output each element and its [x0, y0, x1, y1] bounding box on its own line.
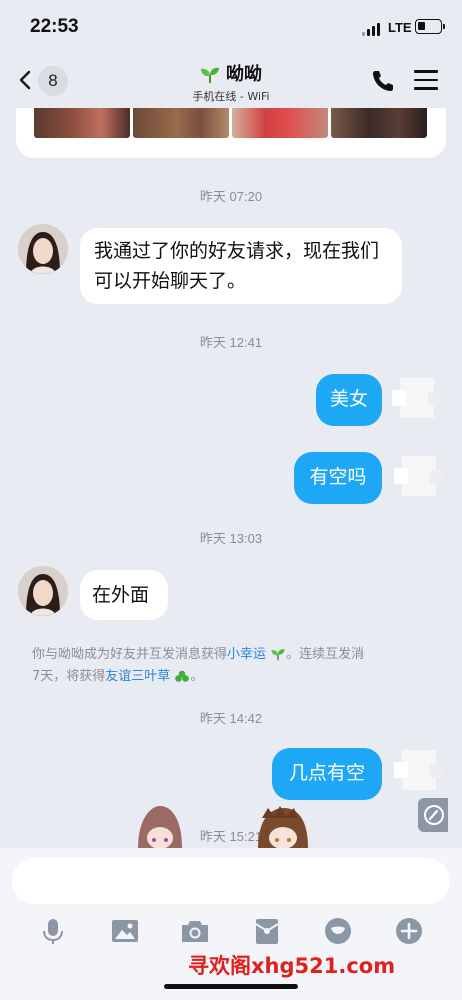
my-avatar[interactable]: [392, 372, 442, 422]
contact-status: 手机在线 - WiFi: [192, 90, 270, 103]
my-avatar[interactable]: [394, 450, 444, 500]
contact-avatar[interactable]: [18, 566, 68, 616]
timestamp: 昨天 07:20: [199, 189, 263, 204]
outgoing-message[interactable]: 美女: [316, 374, 382, 426]
clover-link[interactable]: 友谊三叶草: [105, 669, 170, 684]
red-packet-icon[interactable]: [252, 916, 282, 946]
home-indicator[interactable]: [164, 984, 298, 989]
clover-icon: [175, 670, 190, 682]
avatar-image: [18, 224, 68, 274]
status-time: 22:53: [30, 16, 79, 37]
profile-photo[interactable]: [133, 108, 229, 138]
notice-text: 。连续互发消: [286, 647, 365, 662]
peeking-characters-sticker: [138, 806, 308, 848]
unread-count-badge: 8: [38, 66, 68, 96]
camera-icon[interactable]: [180, 916, 210, 946]
network-label: LTE: [388, 20, 412, 35]
incoming-message[interactable]: 在外面: [80, 570, 168, 620]
chevron-left-icon: [19, 70, 31, 90]
menu-icon[interactable]: [414, 70, 438, 92]
my-avatar[interactable]: [394, 744, 444, 794]
timestamp: 昨天 14:42: [199, 711, 263, 726]
composer-panel: 寻欢阁xhg521.com: [0, 848, 462, 1000]
back-button[interactable]: 8: [14, 64, 70, 98]
contact-name: 呦呦: [226, 64, 262, 85]
notice-text: 7天，将获得: [32, 669, 106, 684]
timestamp: 昨天 13:03: [199, 531, 263, 546]
incoming-message[interactable]: 我通过了你的好友请求，现在我们可以开始聊天了。: [80, 228, 402, 304]
status-bar: 22:53 LTE: [0, 0, 462, 56]
outgoing-message[interactable]: 有空吗: [294, 452, 382, 504]
watermark-text: 寻欢阁xhg521.com: [188, 954, 396, 978]
timestamp: 昨天 12:41: [199, 335, 263, 350]
outgoing-message[interactable]: 几点有空: [272, 748, 382, 800]
chat-title[interactable]: 呦呦 手机在线 - WiFi: [131, 60, 331, 104]
avatar-image: [18, 566, 68, 616]
contact-avatar[interactable]: [18, 224, 68, 274]
profile-photo-card[interactable]: [16, 108, 446, 158]
profile-photo[interactable]: [331, 108, 427, 138]
emoji-icon[interactable]: [323, 916, 353, 946]
phone-icon[interactable]: [370, 68, 396, 94]
message-input[interactable]: [12, 858, 450, 904]
profile-photo[interactable]: [34, 108, 130, 138]
plus-icon[interactable]: [394, 916, 424, 946]
signal-icon: [362, 22, 382, 36]
battery-icon: [415, 19, 445, 34]
notice-text: 。: [190, 669, 204, 684]
lucky-link[interactable]: 小幸运: [227, 647, 266, 662]
sprout-icon: [271, 649, 285, 661]
notice-text: 你与呦呦成为好友并互发消息获得: [32, 647, 228, 662]
image-icon[interactable]: [110, 916, 140, 946]
sprout-icon: [201, 67, 219, 83]
microphone-icon[interactable]: [38, 916, 68, 946]
system-notice: 你与呦呦成为好友并互发消息获得小幸运 。连续互发消 7天，将获得友谊三叶草 。: [32, 644, 432, 688]
chat-header: 8 呦呦 手机在线 - WiFi: [0, 56, 462, 108]
profile-photo[interactable]: [232, 108, 328, 138]
